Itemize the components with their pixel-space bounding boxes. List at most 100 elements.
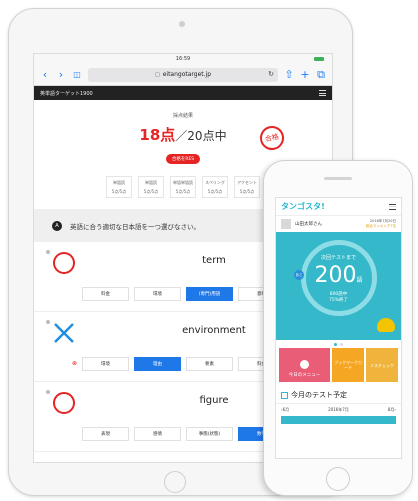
- month-nav: ‹6月 2016年7月 8月›: [276, 403, 401, 416]
- dot-icon: [46, 320, 50, 324]
- forward-button[interactable]: ›: [56, 69, 66, 80]
- schedule-heading: 今月のテスト予定: [276, 387, 401, 403]
- score-max: ／20点中: [175, 129, 227, 143]
- choice-button-selected[interactable]: (専門)用語: [186, 287, 233, 301]
- choice-button[interactable]: 事態(状態): [186, 427, 233, 441]
- choice-group: 表現 感情 事態(状態) 数字: [82, 427, 285, 441]
- incorrect-cross-icon: [54, 323, 74, 343]
- new-tab-button[interactable]: +: [300, 69, 310, 80]
- progress-total: 800語中: [329, 292, 348, 297]
- score: 18点／20点中: [34, 124, 332, 145]
- prev-month-button[interactable]: ‹6月: [281, 407, 289, 413]
- status-time: 16:59: [175, 56, 191, 62]
- tabs-button[interactable]: ⧉: [316, 69, 326, 80]
- app-logo: タンゴスタ!: [281, 202, 325, 211]
- words-count: 200: [314, 263, 357, 288]
- choice-button[interactable]: 環境: [134, 287, 181, 301]
- phone-header: タンゴスタ!: [276, 198, 401, 216]
- choice-button[interactable]: 料金: [82, 287, 129, 301]
- progress-percent: 75%終了: [328, 298, 348, 303]
- user-row: 山田太郎さん 2016年7月20日 総合ランキング7位: [276, 216, 401, 232]
- page-indicator: [276, 340, 401, 348]
- phone-speaker: [324, 177, 352, 180]
- url-text: eitangotarget.jp: [162, 71, 212, 78]
- share-button[interactable]: ⇧: [284, 69, 294, 80]
- choice-button[interactable]: 表現: [82, 427, 129, 441]
- score-value: 18点: [139, 126, 176, 144]
- wrong-answer-icon: ⊗: [72, 360, 78, 367]
- correct-circle-icon: [53, 392, 75, 414]
- back-button[interactable]: ‹: [40, 69, 50, 80]
- next-month-button[interactable]: 8月›: [388, 407, 396, 413]
- dot-icon: [46, 390, 50, 394]
- instruction-text: 英語に合う適切な日本語を一つ選びなさい。: [70, 223, 200, 231]
- skill-box: アクセント 5点/5点: [234, 176, 260, 198]
- skill-score: 5点/5点: [239, 188, 255, 194]
- skill-name: 単語読: [145, 179, 157, 185]
- bookmarks-icon[interactable]: ◫: [72, 69, 82, 80]
- mistake-check-tile[interactable]: ミスチェック: [366, 348, 398, 382]
- menu-tiles: 今日のメニュー ブックマークカード ミスチェック: [276, 348, 401, 382]
- words-remaining: 200語: [276, 263, 401, 288]
- skill-score: 5点/5点: [143, 188, 159, 194]
- app-header: 英単語ターゲット1900: [34, 86, 332, 100]
- reload-button[interactable]: ↻: [268, 70, 274, 78]
- next-test-label: 次回テストまで: [320, 255, 356, 261]
- today-menu-tile[interactable]: 今日のメニュー: [279, 348, 331, 382]
- hamburger-menu-icon[interactable]: [389, 203, 396, 210]
- choice-button[interactable]: 要素: [186, 357, 233, 371]
- page-dot-active[interactable]: [334, 342, 337, 346]
- browser-toolbar: ‹ › ◫ □ eitangotarget.jp ↻ ⇧ + ⧉: [34, 64, 332, 86]
- calendar-icon: [281, 391, 288, 399]
- result-label: 採点結果: [172, 113, 193, 119]
- hamburger-menu-icon[interactable]: [319, 90, 326, 96]
- choice-group: 環境 理由 要素 料金: [82, 357, 285, 371]
- user-meta: 2016年7月20日 総合ランキング7位: [366, 219, 396, 229]
- choice-group: 料金 環境 (専門)用語 意味: [82, 287, 285, 301]
- skill-name: 単語読: [113, 179, 125, 185]
- date-text: 2016年7月20日: [369, 219, 396, 223]
- current-month: 2016年7月: [328, 407, 349, 412]
- mascot-icon: [377, 318, 395, 332]
- choice-button-selected[interactable]: 理由: [134, 357, 181, 371]
- words-unit: 語: [356, 277, 363, 284]
- skill-score: 5点/5点: [207, 188, 223, 194]
- choice-button[interactable]: 環境: [82, 357, 129, 371]
- page-dot[interactable]: [340, 342, 343, 346]
- skill-score: 5点/5点: [175, 188, 191, 194]
- phone-screen: タンゴスタ! 山田太郎さん 2016年7月20日 総合ランキング7位 次回テスト…: [275, 197, 402, 459]
- status-bar: 16:59: [34, 54, 332, 64]
- skill-box: スペリング 5点/5点: [202, 176, 228, 198]
- section-badge: A: [52, 221, 62, 231]
- skill-name: スペリング: [205, 179, 225, 185]
- today-menu-label: 今日のメニュー: [288, 373, 321, 378]
- stage: 16:59 ‹ › ◫ □ eitangotarget.jp ↻ ⇧ + ⧉ 英…: [0, 0, 418, 501]
- battery-icon: [314, 57, 324, 61]
- ipad-home-button[interactable]: [164, 471, 186, 493]
- progress-text: 800語中 75%終了: [276, 292, 401, 304]
- app-title: 英単語ターゲット1900: [40, 90, 93, 97]
- phone-home-button[interactable]: [326, 467, 350, 491]
- skill-box: 単語単語読 5点/5点: [170, 176, 196, 198]
- skill-score: 5点/5点: [111, 188, 127, 194]
- calendar-strip: [281, 416, 396, 424]
- ipad-camera: [179, 21, 185, 27]
- dot-icon: [46, 250, 50, 254]
- url-bar[interactable]: □ eitangotarget.jp ↻: [88, 67, 278, 82]
- skill-name: アクセント: [237, 179, 257, 185]
- skill-box: 単語読 5点/5点: [106, 176, 132, 198]
- avatar: [281, 219, 291, 229]
- phone-device: タンゴスタ! 山田太郎さん 2016年7月20日 総合ランキング7位 次回テスト…: [263, 160, 413, 496]
- menu-icon: [300, 360, 310, 369]
- countdown-panel: 次回テストまで あと 200語 800語中 75%終了: [276, 232, 401, 340]
- lock-icon: □: [154, 71, 160, 78]
- user-name: 山田太郎さん: [295, 222, 322, 227]
- skill-box: 単語読 5点/5点: [138, 176, 164, 198]
- retry-button[interactable]: 合格をRES: [165, 154, 201, 164]
- skill-name: 単語単語読: [173, 179, 193, 185]
- schedule-title: 今月のテスト予定: [291, 391, 347, 399]
- correct-circle-icon: [53, 252, 75, 274]
- rank-text[interactable]: 総合ランキング7位: [366, 224, 396, 228]
- choice-button[interactable]: 感情: [134, 427, 181, 441]
- bookmark-card-tile[interactable]: ブックマークカード: [332, 348, 365, 382]
